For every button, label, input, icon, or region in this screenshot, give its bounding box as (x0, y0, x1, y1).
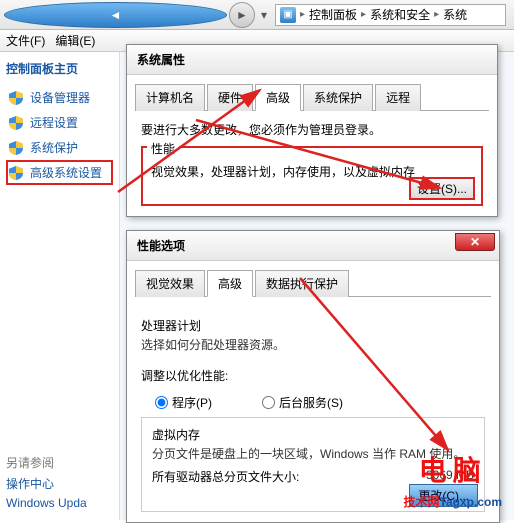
tab-row: 视觉效果 高级 数据执行保护 (135, 269, 491, 297)
tab-protection[interactable]: 系统保护 (303, 84, 373, 111)
dialog-title: 系统属性 (127, 45, 497, 75)
vm-total-value: 3069 MB (426, 468, 474, 485)
chevron-right-icon: ▸ (300, 9, 305, 20)
forward-button[interactable]: ► (229, 2, 255, 28)
tab-advanced[interactable]: 高级 (207, 270, 253, 297)
sidebar-item-remote[interactable]: 远程设置 (6, 110, 113, 135)
group-legend: 性能 (147, 140, 179, 157)
shield-icon (8, 115, 24, 131)
dialog-title: 性能选项 (127, 231, 499, 261)
chevron-right-icon: ▸ (434, 9, 439, 20)
radio-background[interactable]: 后台服务(S) (262, 394, 343, 411)
sidebar-footer: 另请参阅 操作中心 Windows Upda (6, 454, 116, 510)
vm-title: 虚拟内存 (152, 426, 474, 443)
control-panel-icon: ▣ (280, 7, 296, 23)
vm-total-label: 所有驱动器总分页文件大小: (152, 468, 299, 485)
close-button[interactable]: ✕ (455, 233, 495, 251)
tab-hardware[interactable]: 硬件 (207, 84, 253, 111)
history-dropdown[interactable]: ▾ (257, 2, 271, 28)
change-button[interactable]: 更改(C)... (409, 484, 478, 507)
chevron-right-icon: ▸ (361, 9, 366, 20)
sidebar-item-protection[interactable]: 系统保护 (6, 135, 113, 160)
shield-icon (8, 140, 24, 156)
vm-description: 分页文件是硬盘上的一块区域，Windows 当作 RAM 使用。 (152, 445, 474, 462)
sidebar-item-label: 系统保护 (30, 139, 78, 156)
tab-advanced[interactable]: 高级 (255, 84, 301, 111)
sidebar-item-label: 设备管理器 (30, 89, 90, 106)
breadcrumb-item[interactable]: 系统和安全 (370, 6, 430, 23)
sidebar-item-device-manager[interactable]: 设备管理器 (6, 85, 113, 110)
sidebar-item-advanced[interactable]: 高级系统设置 (6, 160, 113, 185)
shield-icon (8, 165, 24, 181)
breadcrumb-item[interactable]: 系统 (443, 6, 467, 23)
main-area: 系统属性 计算机名 硬件 高级 系统保护 远程 要进行大多数更改，您必须作为管理… (120, 52, 514, 520)
shield-icon (8, 90, 24, 106)
breadcrumb[interactable]: ▣ ▸ 控制面板 ▸ 系统和安全 ▸ 系统 (275, 4, 506, 26)
sidebar: 控制面板主页 设备管理器 远程设置 系统保护 高级系统设置 另请参阅 操作中心 … (0, 52, 120, 520)
explorer-toolbar: ◄ ► ▾ ▣ ▸ 控制面板 ▸ 系统和安全 ▸ 系统 (0, 0, 514, 30)
see-also-label: 另请参阅 (6, 454, 116, 471)
system-properties-dialog: 系统属性 计算机名 硬件 高级 系统保护 远程 要进行大多数更改，您必须作为管理… (126, 44, 498, 217)
radio-programs-input[interactable] (155, 396, 168, 409)
radio-background-input[interactable] (262, 396, 275, 409)
sidebar-item-label: 高级系统设置 (30, 164, 102, 181)
tab-visual-effects[interactable]: 视觉效果 (135, 270, 205, 297)
tab-remote[interactable]: 远程 (375, 84, 421, 111)
radio-programs[interactable]: 程序(P) (155, 394, 212, 411)
sidebar-item-label: 远程设置 (30, 114, 78, 131)
settings-button[interactable]: 设置(S)... (409, 177, 475, 200)
tab-dep[interactable]: 数据执行保护 (255, 270, 349, 297)
sidebar-link-windows-update[interactable]: Windows Upda (6, 496, 116, 510)
sidebar-link-action-center[interactable]: 操作中心 (6, 475, 116, 492)
virtual-memory-group: 虚拟内存 分页文件是硬盘上的一块区域，Windows 当作 RAM 使用。 所有… (141, 417, 485, 512)
menu-file[interactable]: 文件(F) (6, 32, 45, 49)
processor-subtitle: 选择如何分配处理器资源。 (141, 336, 485, 353)
back-button[interactable]: ◄ (4, 2, 227, 28)
menu-edit[interactable]: 编辑(E) (55, 32, 95, 49)
admin-notice: 要进行大多数更改，您必须作为管理员登录。 (141, 121, 483, 138)
breadcrumb-item[interactable]: 控制面板 (309, 6, 357, 23)
performance-group: 性能 视觉效果，处理器计划，内存使用，以及虚拟内存 设置(S)... (141, 146, 483, 206)
adjust-label: 调整以优化性能: (141, 367, 485, 384)
processor-title: 处理器计划 (141, 317, 485, 334)
performance-options-dialog: 性能选项 ✕ 视觉效果 高级 数据执行保护 处理器计划 选择如何分配处理器资源。… (126, 230, 500, 523)
tab-computer-name[interactable]: 计算机名 (135, 84, 205, 111)
tab-row: 计算机名 硬件 高级 系统保护 远程 (135, 83, 489, 111)
sidebar-title[interactable]: 控制面板主页 (6, 60, 113, 77)
